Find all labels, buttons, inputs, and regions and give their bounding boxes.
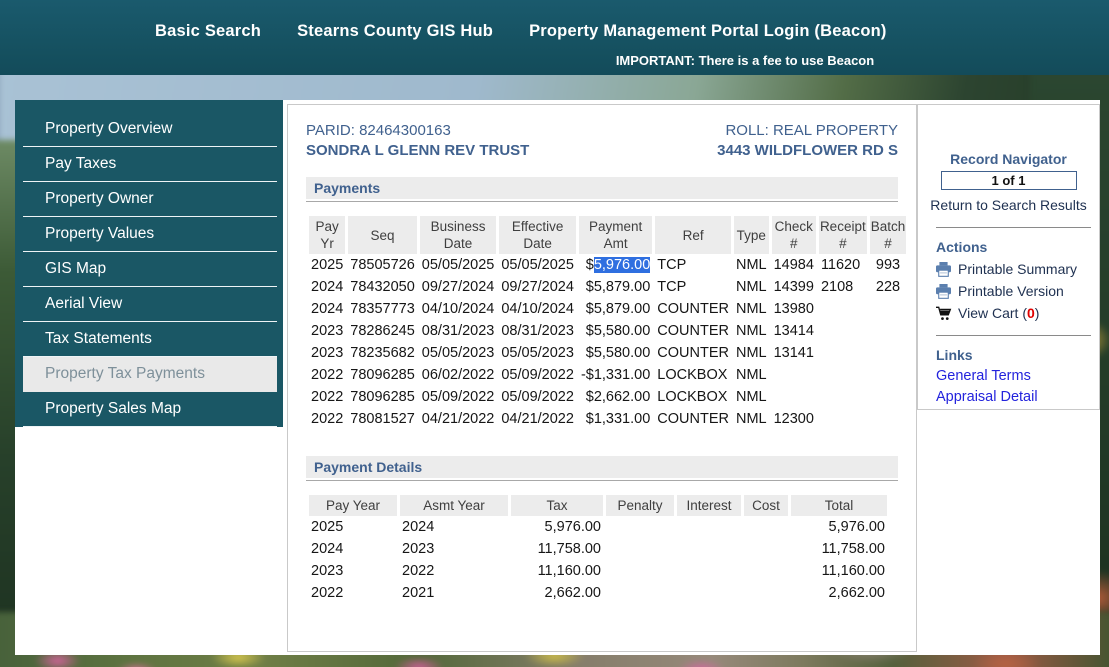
sidebar-item-property-values[interactable]: Property Values: [23, 217, 277, 252]
table-header-row: Pay YearAsmt YearTaxPenaltyInterestCostT…: [309, 495, 887, 516]
table-row: 20257850572605/05/202505/05/2025$5,976.0…: [309, 254, 906, 276]
links-title: Links: [936, 347, 1099, 363]
column-header: Asmt Year: [400, 495, 508, 516]
payment-details-table: Pay YearAsmt YearTaxPenaltyInterestCostT…: [306, 495, 890, 604]
property-header-left: PARID: 82464300163 SONDRA L GLENN REV TR…: [306, 121, 529, 161]
sidebar-item-gis-map[interactable]: GIS Map: [23, 252, 277, 287]
column-header: Seq: [348, 216, 417, 254]
view-cart-label: View Cart (0): [958, 305, 1039, 321]
column-header: Cost: [744, 495, 788, 516]
column-header: Penalty: [606, 495, 674, 516]
sidebar-item-tax-statements[interactable]: Tax Statements: [23, 322, 277, 357]
table-header-row: Pay YrSeqBusiness DateEffective DatePaym…: [309, 216, 906, 254]
printable-version-label: Printable Version: [958, 283, 1064, 299]
sidebar-item-aerial-view[interactable]: Aerial View: [23, 287, 277, 322]
return-to-search-results-link[interactable]: Return to Search Results: [918, 197, 1099, 213]
column-header: Check #: [772, 216, 816, 254]
table-row: 20227808152704/21/202204/21/2022$1,331.0…: [309, 408, 906, 430]
selected-text: 5,976.00: [594, 257, 650, 273]
table-row: 2024202311,758.0011,758.00: [309, 538, 887, 560]
table-row: 2023202211,160.0011,160.00: [309, 560, 887, 582]
actions-title: Actions: [936, 239, 1099, 255]
column-header: Type: [734, 216, 769, 254]
roll-type: ROLL: REAL PROPERTY: [717, 121, 898, 141]
view-cart-link[interactable]: View Cart (0): [935, 305, 1099, 321]
sidebar-item-pay-taxes[interactable]: Pay Taxes: [23, 147, 277, 182]
printable-summary-link[interactable]: Printable Summary: [935, 261, 1099, 277]
appraisal-detail-link[interactable]: Appraisal Detail: [936, 389, 1099, 405]
sidebar-menu: Property OverviewPay TaxesProperty Owner…: [15, 100, 283, 427]
payments-table: Pay YrSeqBusiness DateEffective DatePaym…: [306, 216, 909, 430]
content-wrapper: Property OverviewPay TaxesProperty Owner…: [15, 100, 1100, 655]
table-row: 20227809628505/09/202205/09/2022$2,662.0…: [309, 386, 906, 408]
printable-summary-label: Printable Summary: [958, 261, 1077, 277]
divider: [306, 201, 898, 202]
payment-details-section-header: Payment Details: [306, 456, 898, 478]
record-navigator-value[interactable]: 1 of 1: [941, 171, 1077, 190]
sidebar-item-property-sales-map[interactable]: Property Sales Map: [23, 392, 277, 427]
column-header: Pay Yr: [309, 216, 345, 254]
table-row: 20237823568205/05/202305/05/2023$5,580.0…: [309, 342, 906, 364]
table-row: 202520245,976.005,976.00: [309, 516, 887, 538]
table-row: 202220212,662.002,662.00: [309, 582, 887, 604]
cart-count: 0: [1027, 305, 1035, 321]
payments-section-header: Payments: [306, 177, 898, 199]
record-navigator-title: Record Navigator: [918, 151, 1099, 167]
owner-name: SONDRA L GLENN REV TRUST: [306, 141, 529, 161]
table-row: 20237828624508/31/202308/31/2023$5,580.0…: [309, 320, 906, 342]
divider: [936, 335, 1091, 336]
printer-icon: [935, 284, 952, 299]
column-header: Business Date: [420, 216, 497, 254]
column-header: Batch #: [870, 216, 907, 254]
record-navigator-panel: Record Navigator 1 of 1 Return to Search…: [917, 104, 1100, 410]
general-terms-link[interactable]: General Terms: [936, 368, 1099, 384]
column-header: Payment Amt: [579, 216, 652, 254]
property-address: 3443 WILDFLOWER RD S: [717, 141, 898, 161]
fee-notice: IMPORTANT: There is a fee to use Beacon: [520, 53, 970, 68]
main-panel: PARID: 82464300163 SONDRA L GLENN REV TR…: [287, 104, 917, 652]
top-navigation-bar: Basic Search Stearns County GIS Hub Proper…: [0, 0, 1109, 75]
table-row: 20247843205009/27/202409/27/2024$5,879.0…: [309, 276, 906, 298]
nav-stearns-county-gis-hub[interactable]: Stearns County GIS Hub: [297, 22, 493, 41]
table-row: 20247835777304/10/202404/10/2024$5,879.0…: [309, 298, 906, 320]
column-header: Total: [791, 495, 887, 516]
sidebar-item-property-tax-payments[interactable]: Property Tax Payments: [23, 357, 277, 392]
nav-property-management-portal-login-beacon[interactable]: Property Management Portal Login (Beacon…: [529, 22, 887, 41]
sidebar-item-property-owner[interactable]: Property Owner: [23, 182, 277, 217]
column-header: Receipt #: [819, 216, 867, 254]
top-nav: Basic Search Stearns County GIS Hub Proper…: [0, 0, 1109, 41]
cart-icon: [935, 306, 952, 321]
nav-basic-search[interactable]: Basic Search: [155, 22, 261, 41]
column-header: Pay Year: [309, 495, 397, 516]
property-header-right: ROLL: REAL PROPERTY 3443 WILDFLOWER RD S: [717, 121, 898, 161]
divider: [936, 227, 1091, 228]
table-row: 20227809628506/02/202205/09/2022-$1,331.…: [309, 364, 906, 386]
printer-icon: [935, 262, 952, 277]
property-header: PARID: 82464300163 SONDRA L GLENN REV TR…: [306, 121, 898, 161]
column-header: Interest: [677, 495, 741, 516]
column-header: Ref: [655, 216, 731, 254]
column-header: Tax: [511, 495, 603, 516]
column-header: Effective Date: [499, 216, 576, 254]
divider: [306, 480, 898, 481]
parid: PARID: 82464300163: [306, 121, 529, 141]
sidebar-item-property-overview[interactable]: Property Overview: [23, 112, 277, 147]
printable-version-link[interactable]: Printable Version: [935, 283, 1099, 299]
